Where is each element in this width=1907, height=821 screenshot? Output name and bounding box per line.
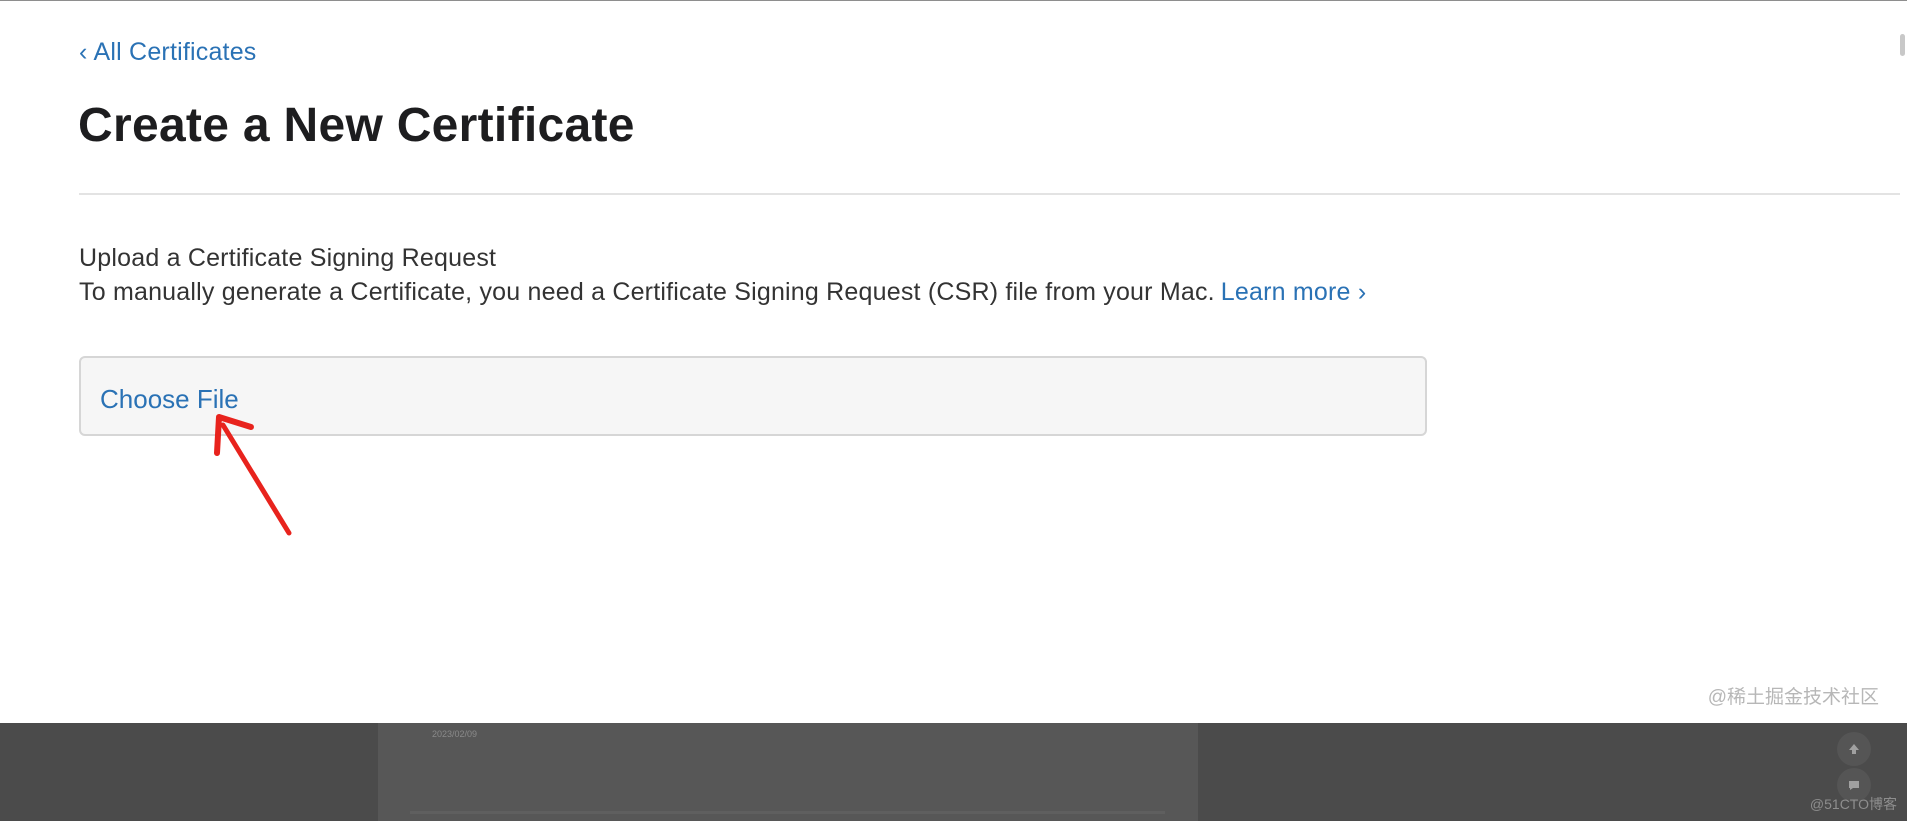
background-content-panel: 2023/02/09 xyxy=(378,723,1198,821)
page-title: Create a New Certificate xyxy=(78,99,635,152)
certificate-page: ‹ All Certificates Create a New Certifica… xyxy=(0,0,1907,821)
red-arrow-annotation xyxy=(214,414,292,536)
chevron-right-icon: › xyxy=(1357,278,1367,306)
scrollbar-thumb[interactable] xyxy=(1900,34,1905,56)
arrow-up-icon[interactable] xyxy=(1837,732,1871,766)
dimmed-background-page: 2023/02/09 @51CTO博客 xyxy=(0,723,1907,821)
chat-bubble-glyph xyxy=(1849,781,1859,790)
arrow-up-glyph xyxy=(1849,744,1859,754)
upload-section-description: To manually generate a Certificate, you … xyxy=(79,278,1366,307)
back-to-all-certificates-link[interactable]: ‹ All Certificates xyxy=(79,38,257,67)
background-divider xyxy=(410,811,1165,814)
back-link-label: All Certificates xyxy=(93,38,257,66)
arrow-shaft xyxy=(220,422,292,536)
description-text: To manually generate a Certificate, you … xyxy=(79,278,1215,306)
top-border xyxy=(0,0,1907,1)
51cto-watermark: @51CTO博客 xyxy=(1809,796,1897,812)
background-row-date: 2023/02/09 xyxy=(432,729,478,739)
upload-section-title: Upload a Certificate Signing Request xyxy=(79,244,497,272)
learn-more-label: Learn more xyxy=(1220,278,1351,306)
header-divider xyxy=(79,193,1900,195)
learn-more-link[interactable]: Learn more › xyxy=(1221,278,1367,306)
juejin-watermark: @稀土掘金技术社区 xyxy=(1707,687,1879,708)
chevron-left-icon: ‹ xyxy=(79,38,88,66)
